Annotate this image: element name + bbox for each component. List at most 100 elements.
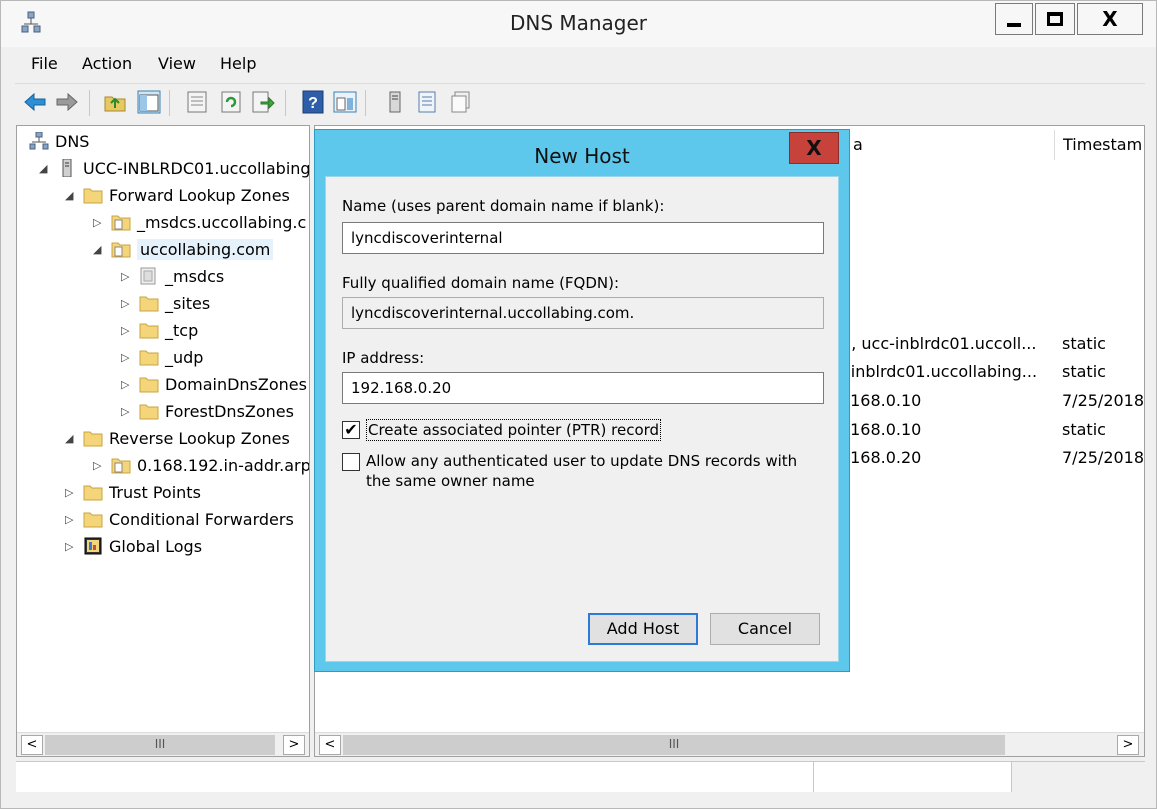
scroll-left-icon[interactable]: < <box>319 735 341 755</box>
dialog-body: Name (uses parent domain name if blank):… <box>325 176 839 662</box>
record-data: -inblrdc01.uccollabing... <box>845 362 1038 381</box>
dns-icon <box>29 132 49 150</box>
expanded-icon[interactable]: ◢ <box>93 238 105 262</box>
svg-text:?: ? <box>308 95 318 112</box>
back-arrow-icon[interactable] <box>23 90 47 114</box>
collapsed-icon[interactable]: ▷ <box>121 400 133 424</box>
tree-item-label: Global Logs <box>109 537 203 556</box>
export-list-icon[interactable] <box>251 90 275 114</box>
tree-item-label: DomainDnsZones <box>165 375 307 394</box>
dialog-title: New Host <box>534 144 630 168</box>
forward-arrow-icon[interactable] <box>55 90 79 114</box>
add-host-button[interactable]: Add Host <box>588 613 698 645</box>
action-pane-icon[interactable] <box>333 90 357 114</box>
folder-icon <box>83 431 103 447</box>
ptr-record-label[interactable]: Create associated pointer (PTR) record <box>366 419 662 441</box>
refresh-icon[interactable] <box>219 90 243 114</box>
column-header-data[interactable]: a <box>845 130 1055 160</box>
allow-authenticated-update-label[interactable]: Allow any authenticated user to update D… <box>366 451 816 491</box>
maximize-button[interactable] <box>1035 3 1075 35</box>
tree-item-msdcs-zone[interactable]: ▷ _msdcs.uccollabing.c <box>93 211 307 235</box>
tree-item-server[interactable]: ◢ UCC-INBLRDC01.uccollabing <box>39 157 309 181</box>
help-icon[interactable]: ? <box>301 90 325 114</box>
record-timestamp: 7/25/2018 <box>1062 391 1145 410</box>
list-view-icon[interactable] <box>415 90 439 114</box>
toolbar-separator <box>285 90 286 116</box>
tree-item-reverse-lookup-zones[interactable]: ◢ Reverse Lookup Zones <box>65 427 290 451</box>
expanded-icon[interactable]: ◢ <box>39 157 51 181</box>
tree-item-msdcs[interactable]: ▷ _msdcs <box>121 265 224 289</box>
tree-item-trust-points[interactable]: ▷ Trust Points <box>65 481 201 505</box>
tree-item-label: 0.168.192.in-addr.arp <box>137 456 310 475</box>
collapsed-icon[interactable]: ▷ <box>65 508 77 532</box>
up-folder-icon[interactable] <box>103 90 127 114</box>
close-button[interactable]: X <box>1077 3 1143 35</box>
tree-horizontal-scrollbar[interactable]: < III > <box>17 732 309 756</box>
collapsed-icon[interactable]: ▷ <box>121 265 133 289</box>
tree-item-global-logs[interactable]: ▷ Global Logs <box>65 535 203 559</box>
ip-address-input[interactable]: 192.168.0.20 <box>342 372 824 404</box>
tree-item-udp[interactable]: ▷ _udp <box>121 346 203 370</box>
scroll-right-icon[interactable]: > <box>1117 735 1139 755</box>
zone-icon <box>111 215 131 231</box>
list-horizontal-scrollbar[interactable]: < III > <box>315 732 1144 756</box>
tree-item-uccollabing-zone[interactable]: ◢ uccollabing.com <box>93 238 274 262</box>
minimize-button[interactable] <box>995 3 1033 35</box>
collapsed-icon[interactable]: ▷ <box>65 535 77 559</box>
scroll-left-icon[interactable]: < <box>21 735 43 755</box>
allow-authenticated-update-checkbox[interactable] <box>342 453 360 471</box>
detail-view-icon[interactable] <box>449 90 473 114</box>
properties-icon[interactable] <box>185 90 209 114</box>
tree-item-label: uccollabing.com <box>137 239 274 260</box>
collapsed-icon[interactable]: ▷ <box>65 481 77 505</box>
name-input[interactable]: lyncdiscoverinternal <box>342 222 824 254</box>
scroll-right-icon[interactable]: > <box>283 735 305 755</box>
tree-item-reverse-zone[interactable]: ▷ 0.168.192.in-addr.arp <box>93 454 310 478</box>
tree-item-sites[interactable]: ▷ _sites <box>121 292 210 316</box>
folder-icon <box>139 350 159 366</box>
server-icon[interactable] <box>383 90 407 114</box>
menu-action[interactable]: Action <box>82 54 132 73</box>
tree-item-forward-lookup-zones[interactable]: ◢ Forward Lookup Zones <box>65 184 290 208</box>
expanded-icon[interactable]: ◢ <box>65 184 77 208</box>
server-icon <box>62 159 72 177</box>
title-bar[interactable]: DNS Manager X <box>1 1 1156 47</box>
tree-item-domaindnszones[interactable]: ▷ DomainDnsZones <box>121 373 307 397</box>
toolbar-separator <box>365 90 366 116</box>
collapsed-icon[interactable]: ▷ <box>93 454 105 478</box>
folder-icon <box>83 188 103 204</box>
record-timestamp: static <box>1062 420 1106 439</box>
tree-item-tcp[interactable]: ▷ _tcp <box>121 319 199 343</box>
collapsed-icon[interactable]: ▷ <box>121 319 133 343</box>
ptr-record-checkbox[interactable]: ✔ <box>342 421 360 439</box>
menu-help[interactable]: Help <box>220 54 256 73</box>
collapsed-icon[interactable]: ▷ <box>121 346 133 370</box>
tree-item-label: _tcp <box>165 321 199 340</box>
tree-item-label: _msdcs.uccollabing.c <box>137 213 307 232</box>
tree-item-forestdnszones[interactable]: ▷ ForestDnsZones <box>121 400 294 424</box>
new-host-dialog: New Host X Name (uses parent domain name… <box>314 129 850 672</box>
collapsed-icon[interactable]: ▷ <box>121 292 133 316</box>
console-tree[interactable]: DNS ◢ UCC-INBLRDC01.uccollabing ◢ Forwar… <box>16 125 310 757</box>
menu-view[interactable]: View <box>158 54 196 73</box>
column-header-timestamp[interactable]: Timestam <box>1055 130 1144 160</box>
tree-item-dns[interactable]: DNS <box>29 130 89 154</box>
menu-file[interactable]: File <box>31 54 58 73</box>
maximize-icon <box>1047 12 1063 26</box>
collapsed-icon[interactable]: ▷ <box>93 211 105 235</box>
expanded-icon[interactable]: ◢ <box>65 427 77 451</box>
tree-item-conditional-forwarders[interactable]: ▷ Conditional Forwarders <box>65 508 294 532</box>
fqdn-field: lyncdiscoverinternal.uccollabing.com. <box>342 297 824 329</box>
scroll-thumb[interactable]: III <box>343 735 1005 755</box>
record-data: .168.0.10 <box>845 420 922 439</box>
scroll-thumb[interactable]: III <box>45 735 275 755</box>
collapsed-icon[interactable]: ▷ <box>121 373 133 397</box>
tree-item-label: Conditional Forwarders <box>109 510 294 529</box>
window-title: DNS Manager <box>509 11 648 35</box>
status-segment <box>16 762 814 792</box>
dialog-close-button[interactable]: X <box>789 132 839 164</box>
record-timestamp: static <box>1062 362 1106 381</box>
folder-icon <box>139 323 159 339</box>
cancel-button[interactable]: Cancel <box>710 613 820 645</box>
show-hide-console-tree-icon[interactable] <box>137 90 161 114</box>
